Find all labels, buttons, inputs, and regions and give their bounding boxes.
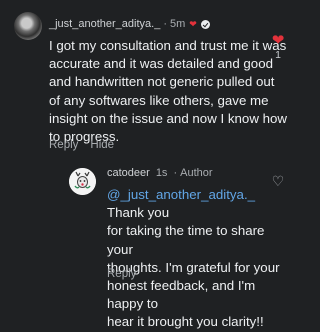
meta-separator: · [173, 167, 178, 179]
author-label: Author [180, 167, 213, 179]
like-count: 1 [275, 49, 281, 61]
commenter-avatar[interactable] [14, 12, 42, 40]
reply-meta: catodeer 1s · Author [107, 167, 213, 179]
like-control[interactable]: ❤ 1 [268, 33, 288, 61]
user-mention-link[interactable]: @_just_another_aditya._ [107, 187, 255, 202]
comment-actions: Reply Hide [49, 139, 114, 151]
reply-username[interactable]: catodeer [107, 167, 150, 179]
reply-button[interactable]: Reply [107, 268, 136, 280]
liked-heart-icon[interactable]: ❤ [268, 33, 288, 48]
like-control[interactable]: ♡ [270, 174, 286, 188]
deer-logo-icon [69, 168, 96, 195]
heart-icon: ❤ [189, 18, 197, 29]
reply-button[interactable]: Reply [49, 139, 78, 151]
author-avatar[interactable] [69, 168, 96, 195]
comment-time: 5m [169, 18, 186, 30]
meta-separator: · [163, 18, 167, 30]
heart-outline-icon[interactable]: ♡ [270, 174, 286, 188]
reply-text: @_just_another_aditya._ Thank you for ta… [107, 186, 293, 332]
comment-meta: _just_another_aditya._ · 5m ❤ [49, 18, 210, 30]
comment-username[interactable]: _just_another_aditya._ [49, 18, 160, 30]
comment-text: I got my consultation and trust me it wa… [49, 38, 288, 145]
reply-actions: Reply [107, 268, 136, 280]
hide-button[interactable]: Hide [90, 139, 114, 151]
reply-time: 1s [155, 167, 168, 179]
verified-check-icon [200, 19, 210, 29]
